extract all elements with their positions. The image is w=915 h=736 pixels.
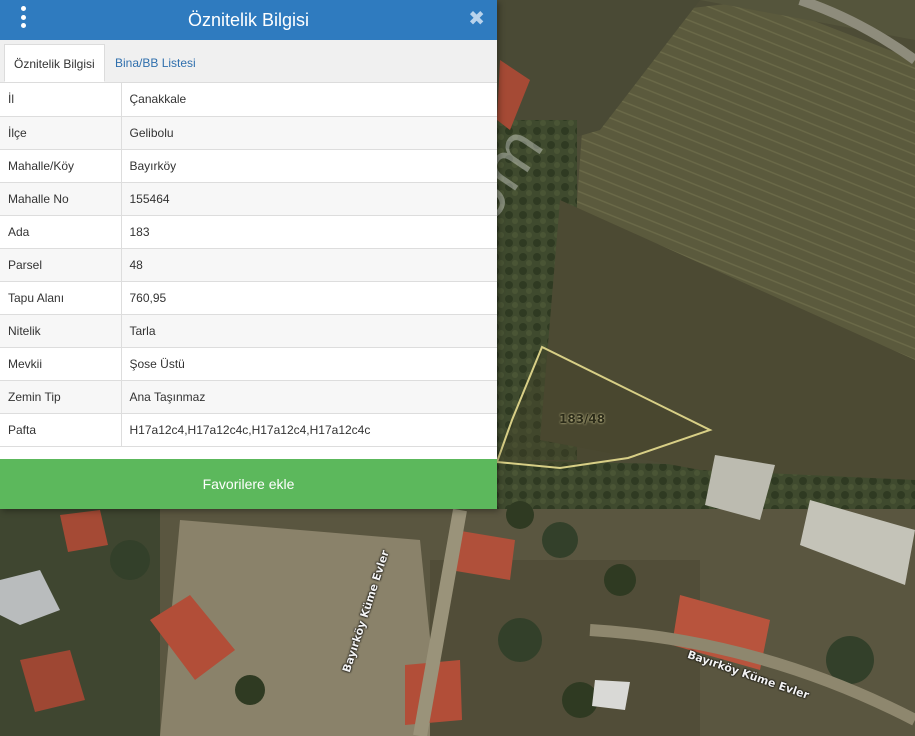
attribute-key: Mevkii xyxy=(0,347,122,381)
table-row: Parsel 48 xyxy=(0,248,497,282)
table-row: Tapu Alanı 760,95 xyxy=(0,281,497,315)
attribute-key: Parsel xyxy=(0,248,122,282)
table-row: Mahalle/Köy Bayırköy xyxy=(0,149,497,183)
table-row: Mevkii Şose Üstü xyxy=(0,347,497,381)
attribute-key: İl xyxy=(0,83,122,117)
attribute-key: Mahalle No xyxy=(0,182,122,216)
panel-header: Öznitelik Bilgisi ✖ xyxy=(0,0,497,40)
table-row: Zemin Tip Ana Taşınmaz xyxy=(0,380,497,414)
attribute-key: Pafta xyxy=(0,413,122,447)
attribute-value: Ana Taşınmaz xyxy=(121,380,497,414)
attribute-key: İlçe xyxy=(0,116,122,150)
table-row: İlçe Gelibolu xyxy=(0,116,497,150)
table-row: Pafta H17a12c4,H17a12c4c,H17a12c4,H17a12… xyxy=(0,413,497,447)
attribute-value: 183 xyxy=(121,215,497,249)
tab-building-list[interactable]: Bina/BB Listesi xyxy=(106,44,205,82)
attribute-value: Çanakkale xyxy=(121,83,497,117)
attribute-value: H17a12c4,H17a12c4c,H17a12c4,H17a12c4c xyxy=(121,413,497,447)
vertical-dots-icon[interactable] xyxy=(16,6,30,28)
close-icon[interactable]: ✖ xyxy=(468,6,485,31)
attribute-value: Tarla xyxy=(121,314,497,348)
tab-bar: Öznitelik Bilgisi Bina/BB Listesi xyxy=(0,40,497,83)
tab-attribute-info[interactable]: Öznitelik Bilgisi xyxy=(4,44,105,82)
attribute-table: İl Çanakkale İlçe Gelibolu Mahalle/Köy B… xyxy=(0,83,497,447)
attribute-value: Şose Üstü xyxy=(121,347,497,381)
attribute-key: Ada xyxy=(0,215,122,249)
attribute-value: 760,95 xyxy=(121,281,497,315)
attribute-value: 48 xyxy=(121,248,497,282)
table-row: Ada 183 xyxy=(0,215,497,249)
attribute-value: 155464 xyxy=(121,182,497,216)
attribute-key: Mahalle/Köy xyxy=(0,149,122,183)
parcel-label: 183/48 xyxy=(559,412,606,426)
attribute-value: Gelibolu xyxy=(121,116,497,150)
panel-title: Öznitelik Bilgisi xyxy=(187,9,310,30)
attribute-key: Nitelik xyxy=(0,314,122,348)
table-row: Mahalle No 155464 xyxy=(0,182,497,216)
attribute-key: Tapu Alanı xyxy=(0,281,122,315)
attribute-key: Zemin Tip xyxy=(0,380,122,414)
attribute-panel: Öznitelik Bilgisi ✖ Öznitelik Bilgisi Bi… xyxy=(0,0,497,509)
table-row: İl Çanakkale xyxy=(0,83,497,117)
add-to-favorites-button[interactable]: Favorilere ekle xyxy=(0,459,497,509)
table-row: Nitelik Tarla xyxy=(0,314,497,348)
attribute-value: Bayırköy xyxy=(121,149,497,183)
